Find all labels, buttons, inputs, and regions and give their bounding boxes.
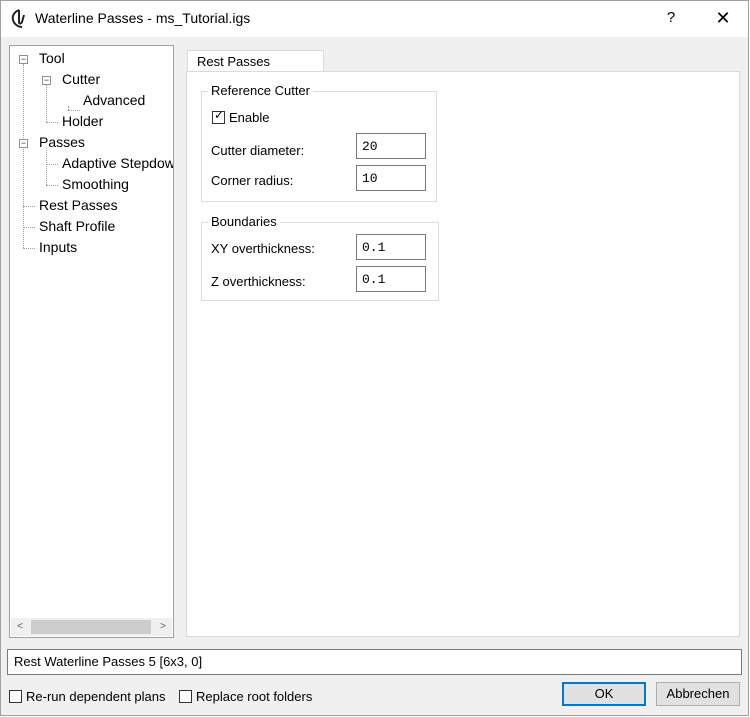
boundaries-title: Boundaries	[208, 214, 280, 229]
replace-root-checkbox[interactable]: Replace root folders	[179, 689, 319, 705]
tree-item-adaptive-stepdown[interactable]: Adaptive Stepdow	[62, 155, 173, 171]
tree-item-passes[interactable]: Passes	[39, 134, 85, 150]
z-overthickness-input[interactable]	[356, 266, 426, 292]
tree-item-cutter[interactable]: Cutter	[62, 71, 100, 87]
tree-item-shaft-profile[interactable]: Shaft Profile	[39, 218, 115, 234]
cutter-expander-icon[interactable]: −	[42, 76, 51, 85]
tree-item-inputs[interactable]: Inputs	[39, 239, 77, 255]
tree-item-smoothing[interactable]: Smoothing	[62, 176, 129, 192]
xy-overthickness-input[interactable]	[356, 234, 426, 260]
tree-item-holder[interactable]: Holder	[62, 113, 103, 129]
replace-root-label: Replace root folders	[196, 689, 313, 704]
enable-checkbox[interactable]: ✓ Enable	[212, 108, 292, 126]
reference-cutter-group: Reference Cutter ✓ Enable Cutter diamete…	[201, 83, 437, 202]
boundaries-group: Boundaries XY overthickness: Z overthick…	[201, 214, 439, 301]
scroll-right-icon[interactable]: >	[154, 618, 172, 636]
rerun-dependent-checkbox[interactable]: Re-run dependent plans	[9, 689, 169, 705]
ok-button[interactable]: OK	[562, 682, 646, 706]
title-bar: Waterline Passes - ms_Tutorial.igs ? ✕	[1, 1, 748, 37]
horizontal-scrollbar[interactable]: < >	[11, 618, 172, 636]
rerun-dependent-label: Re-run dependent plans	[26, 689, 166, 704]
dialog-window: Waterline Passes - ms_Tutorial.igs ? ✕ −…	[0, 0, 749, 716]
close-button[interactable]: ✕	[706, 4, 740, 32]
tool-expander-icon[interactable]: −	[19, 55, 28, 64]
enable-label: Enable	[229, 110, 270, 125]
app-icon	[11, 9, 25, 28]
passes-expander-icon[interactable]: −	[19, 139, 28, 148]
scroll-thumb[interactable]	[31, 620, 151, 634]
corner-radius-label: Corner radius:	[211, 173, 294, 188]
reference-cutter-title: Reference Cutter	[208, 83, 313, 98]
tree-item-tool[interactable]: Tool	[39, 50, 65, 66]
status-name-field[interactable]: Rest Waterline Passes 5 [6x3, 0]	[7, 649, 742, 675]
checkmark-icon: ✓	[214, 108, 225, 122]
tab-panel: Reference Cutter ✓ Enable Cutter diamete…	[186, 71, 740, 637]
z-overthickness-label: Z overthickness:	[211, 274, 306, 289]
cancel-button[interactable]: Abbrechen	[656, 682, 740, 706]
xy-overthickness-label: XY overthickness:	[211, 241, 315, 256]
cutter-diameter-label: Cutter diameter:	[211, 143, 305, 158]
tab-rest-passes[interactable]: Rest Passes	[187, 50, 324, 72]
corner-radius-input[interactable]	[356, 165, 426, 191]
scroll-left-icon[interactable]: <	[11, 618, 29, 636]
tree-view[interactable]: − Tool − Cutter Advanced Holder − Passes…	[9, 45, 174, 638]
tree-item-rest-passes[interactable]: Rest Passes	[39, 197, 118, 213]
help-button[interactable]: ?	[656, 4, 686, 32]
cutter-diameter-input[interactable]	[356, 133, 426, 159]
window-title: Waterline Passes - ms_Tutorial.igs	[35, 10, 251, 26]
tree-item-advanced[interactable]: Advanced	[83, 92, 145, 108]
